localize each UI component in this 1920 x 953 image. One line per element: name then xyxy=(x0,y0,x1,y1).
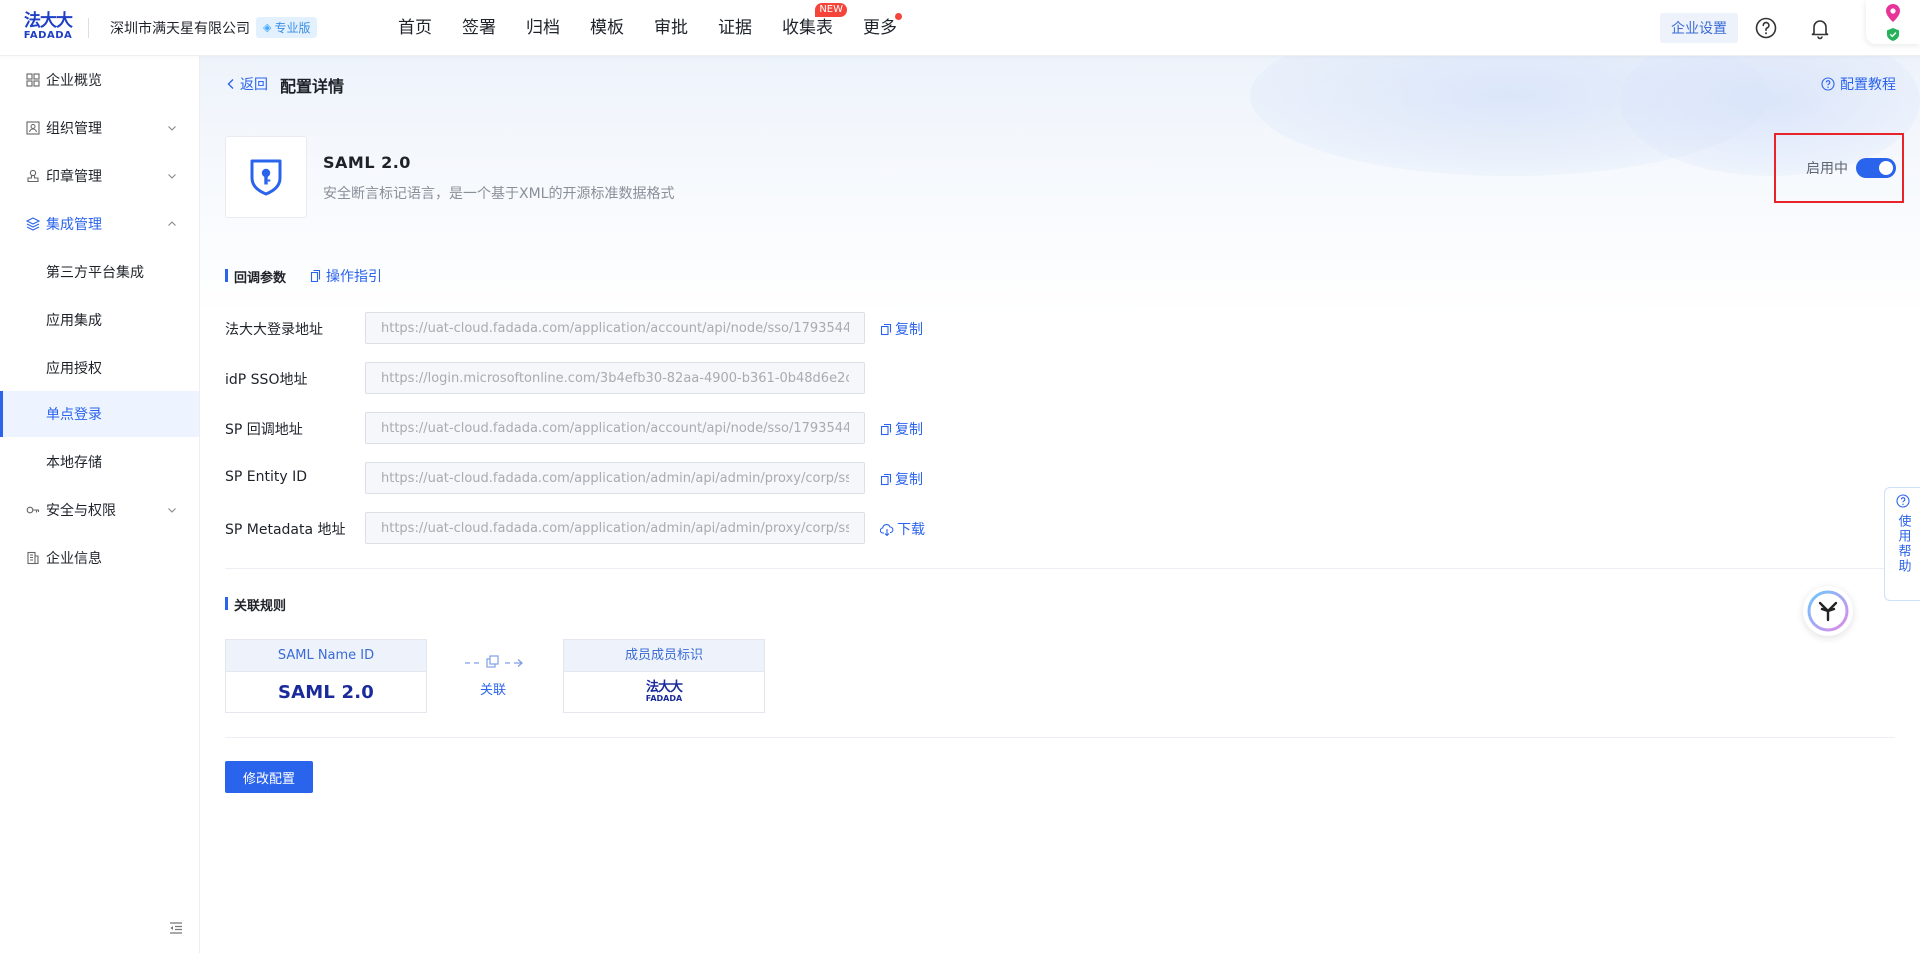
bell-icon[interactable] xyxy=(1808,16,1832,40)
saml-logo-text: SAML 2.0 xyxy=(277,681,375,703)
sp-entity-id-input[interactable] xyxy=(365,462,865,494)
chevron-down-icon xyxy=(168,126,176,131)
nav-collection-form[interactable]: 收集表 NEW xyxy=(782,0,847,56)
sidebar-item-overview[interactable]: 企业概览 xyxy=(0,57,199,103)
back-link[interactable]: 返回 xyxy=(226,74,268,94)
chevron-left-icon xyxy=(227,79,234,89)
nav-template[interactable]: 模板 xyxy=(590,0,624,56)
avatar[interactable] xyxy=(1866,0,1920,44)
modify-config-button[interactable]: 修改配置 xyxy=(225,761,313,793)
copy-icon xyxy=(880,473,892,485)
section-divider xyxy=(225,568,1895,569)
download-button[interactable]: 下载 xyxy=(880,519,925,539)
saml-app-icon xyxy=(225,136,307,218)
copy-icon xyxy=(880,323,892,335)
app-name: SAML 2.0 xyxy=(323,153,411,172)
sidebar-item-integration[interactable]: 集成管理 xyxy=(0,201,199,247)
enable-status-label: 启用中 xyxy=(1806,161,1848,177)
notification-dot xyxy=(895,13,902,20)
sp-metadata-url-input[interactable] xyxy=(365,512,865,544)
sidebar-item-company-info[interactable]: 企业信息 xyxy=(0,535,199,581)
nav-sign[interactable]: 签署 xyxy=(462,0,496,56)
mapping-section-title: 关联规则 xyxy=(225,595,286,614)
usage-help-tab[interactable]: 使用帮助 xyxy=(1884,487,1920,601)
nav-approval[interactable]: 审批 xyxy=(654,0,688,56)
sidebar-item-seal[interactable]: 印章管理 xyxy=(0,153,199,199)
sidebar-subitem-app-integration[interactable]: 应用集成 xyxy=(0,297,199,343)
copy-icon xyxy=(880,423,892,435)
copy-button[interactable]: 复制 xyxy=(880,469,923,489)
help-circle-icon xyxy=(1821,77,1835,91)
idp-sso-url-input[interactable] xyxy=(365,362,865,394)
shield-key-icon xyxy=(250,159,282,196)
fadada-logo[interactable]: 法大大 FADADA xyxy=(22,12,74,42)
chevron-up-icon xyxy=(168,221,176,226)
key-icon xyxy=(26,506,40,514)
nav-archive[interactable]: 归档 xyxy=(526,0,560,56)
org-icon xyxy=(26,121,40,135)
link-label: 关联 xyxy=(480,683,507,698)
enable-toggle[interactable] xyxy=(1856,158,1896,178)
field-sp-entity-id: SP Entity ID 复制 xyxy=(225,462,965,494)
nav-more[interactable]: 更多 xyxy=(863,0,902,56)
field-sp-callback-url: SP 回调地址 复制 xyxy=(225,412,965,444)
help-circle-icon[interactable] xyxy=(1754,16,1778,40)
company-name[interactable]: 深圳市满天星有限公司 xyxy=(110,18,250,38)
avatar-badge-icon xyxy=(1886,4,1900,41)
operation-guide-link[interactable]: 操作指引 xyxy=(309,266,382,286)
sidebar-subitem-local-storage[interactable]: 本地存储 xyxy=(0,439,199,485)
help-circle-icon xyxy=(1895,494,1910,508)
saml-name-id-box: SAML Name ID SAML 2.0 xyxy=(225,639,427,713)
field-fadada-login-url: 法大大登录地址 复制 xyxy=(225,312,965,344)
overview-icon xyxy=(26,73,40,87)
sp-callback-url-input[interactable] xyxy=(365,412,865,444)
field-sp-metadata-url: SP Metadata 地址 下载 xyxy=(225,512,965,544)
collapse-sidebar-icon[interactable] xyxy=(168,920,184,936)
tutorial-link[interactable]: 配置教程 xyxy=(1821,74,1896,94)
enable-status-highlight: 启用中 xyxy=(1774,133,1904,203)
edition-badge: ◈ 专业版 xyxy=(256,17,318,38)
document-icon xyxy=(310,269,321,283)
main-nav: 首页 签署 归档 模板 审批 证据 收集表 NEW 更多 xyxy=(398,0,927,56)
cloud-download-icon xyxy=(880,523,894,536)
copy-button[interactable]: 复制 xyxy=(880,419,923,439)
chevron-down-icon xyxy=(168,508,176,513)
seal-icon xyxy=(27,169,39,183)
fadada-login-url-input[interactable] xyxy=(365,312,865,344)
nav-home[interactable]: 首页 xyxy=(398,0,432,56)
diamond-icon: ◈ xyxy=(263,21,272,34)
building-icon xyxy=(27,551,39,565)
enterprise-settings-button[interactable]: 企业设置 xyxy=(1660,13,1738,43)
top-header: 法大大 FADADA 深圳市满天星有限公司 ◈ 专业版 首页 签署 归档 模板 … xyxy=(0,0,1920,56)
section-divider xyxy=(225,737,1895,738)
app-description: 安全断言标记语言，是一个基于XML的开源标准数据格式 xyxy=(323,186,675,202)
sidebar-subitem-third-party[interactable]: 第三方平台集成 xyxy=(0,249,199,295)
sidebar-item-security[interactable]: 安全与权限 xyxy=(0,487,199,533)
ai-assistant-button[interactable] xyxy=(1803,586,1853,636)
fadada-mini-logo: 法大大 FADADA xyxy=(645,680,683,703)
logo-divider xyxy=(88,18,89,38)
nav-evidence[interactable]: 证据 xyxy=(718,0,752,56)
member-identity-box: 成员成员标识 法大大 FADADA xyxy=(563,639,765,713)
field-idp-sso-url: idP SSO地址 xyxy=(225,362,965,394)
sidebar-subitem-sso[interactable]: 单点登录 xyxy=(0,391,199,437)
ai-assistant-icon xyxy=(1807,590,1849,632)
new-badge: NEW xyxy=(815,3,847,17)
callback-section-title: 回调参数 xyxy=(225,267,286,286)
page-title: 配置详情 xyxy=(280,77,345,96)
sidebar-subitem-app-auth[interactable]: 应用授权 xyxy=(0,345,199,391)
copy-button[interactable]: 复制 xyxy=(880,319,923,339)
sidebar-item-org[interactable]: 组织管理 xyxy=(0,105,199,151)
main-content: 返回 配置详情 配置教程 SAML 2.0 安全断言标记语言，是一个基于XML的… xyxy=(200,56,1920,953)
link-arrow-icon xyxy=(465,655,523,668)
chevron-down-icon xyxy=(168,174,176,179)
sidebar: 企业概览 组织管理 印章管理 集成管理 第三方平台集成 应用集成 应用授权 单点… xyxy=(0,56,200,953)
layers-icon xyxy=(26,217,40,231)
